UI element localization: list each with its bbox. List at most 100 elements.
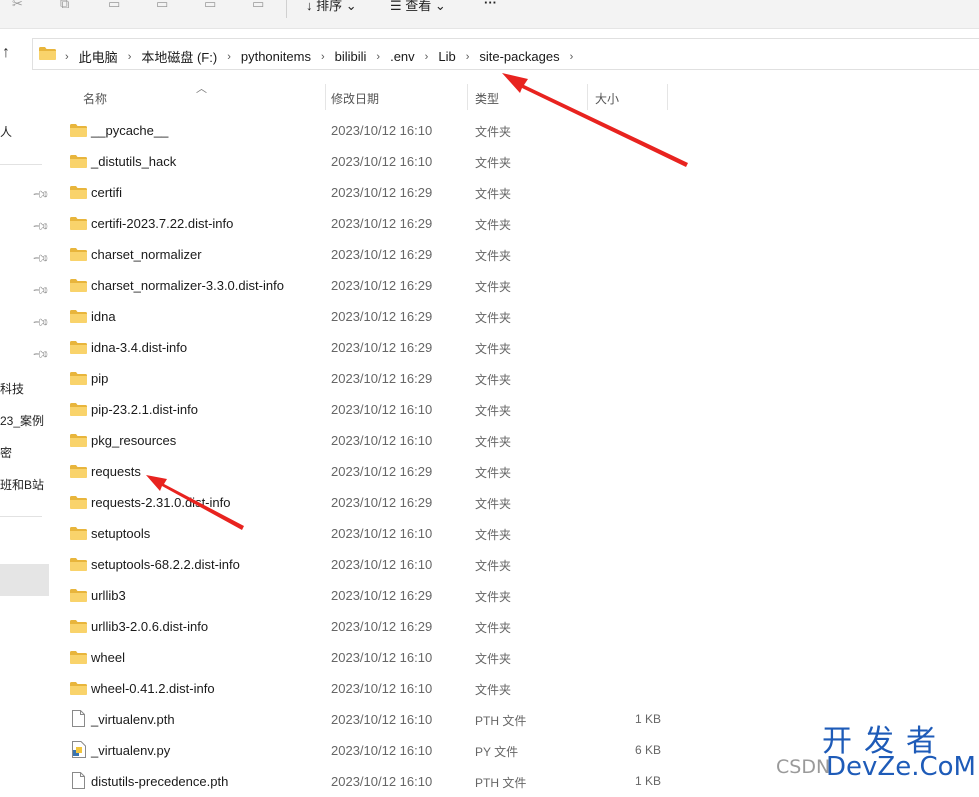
file-name: _distutils_hack [91, 154, 177, 169]
folder-icon [70, 589, 87, 602]
file-type: 文件夹 [475, 342, 512, 356]
chevron-right-icon[interactable]: › [321, 51, 325, 63]
file-row[interactable]: requests 2023/10/12 16:29 文件夹 [52, 456, 979, 487]
file-row[interactable]: wheel-0.41.2.dist-info 2023/10/12 16:10 文件… [52, 673, 979, 704]
file-row[interactable]: urllib3 2023/10/12 16:29 文件夹 [52, 580, 979, 611]
file-name: wheel [91, 650, 125, 665]
folder-icon [70, 372, 87, 385]
breadcrumb-item[interactable]: bilibili [335, 49, 367, 64]
folder-icon [70, 341, 87, 354]
file-date: 2023/10/12 16:10 [331, 433, 433, 448]
breadcrumb-item[interactable]: 本地磁盘 (F:) [141, 47, 217, 66]
file-type: 文件夹 [475, 559, 512, 573]
file-row[interactable]: idna-3.4.dist-info 2023/10/12 16:29 文件夹 [52, 332, 979, 363]
sidebar-item[interactable]: 科技 [0, 380, 24, 397]
chevron-right-icon[interactable]: › [466, 51, 470, 63]
file-type: 文件夹 [475, 404, 512, 418]
file-row[interactable]: certifi-2023.7.22.dist-info 2023/10/12 16… [52, 208, 979, 239]
chevron-right-icon[interactable]: › [65, 51, 69, 63]
breadcrumb-item[interactable]: Lib [438, 49, 455, 64]
file-row[interactable]: requests-2.31.0.dist-info 2023/10/12 16:2… [52, 487, 979, 518]
column-header-size[interactable]: 大小 [595, 90, 619, 107]
column-header-type[interactable]: 类型 [475, 90, 499, 107]
breadcrumb-item[interactable]: pythonitems [241, 49, 311, 64]
file-type: 文件夹 [475, 249, 512, 263]
file-type: 文件夹 [475, 373, 512, 387]
file-row[interactable]: setuptools-68.2.2.dist-info 2023/10/12 16… [52, 549, 979, 580]
file-date: 2023/10/12 16:10 [331, 526, 433, 541]
column-header-name[interactable]: 名称 [83, 90, 107, 107]
file-row[interactable]: certifi 2023/10/12 16:29 文件夹 [52, 177, 979, 208]
file-type: PY 文件 [475, 745, 519, 759]
file-type: 文件夹 [475, 156, 512, 170]
folder-icon [70, 279, 87, 292]
file-row[interactable]: charset_normalizer-3.3.0.dist-info 2023/1… [52, 270, 979, 301]
folder-icon [70, 248, 87, 261]
paste-icon[interactable]: ▭ [108, 0, 124, 11]
sidebar-selected-item[interactable] [0, 564, 49, 596]
more-options-button[interactable]: ··· [484, 0, 497, 10]
file-name: setuptools [91, 526, 151, 541]
column-divider[interactable] [467, 84, 468, 110]
rename-icon[interactable]: ▭ [156, 0, 172, 11]
file-row[interactable]: pip-23.2.1.dist-info 2023/10/12 16:10 文件夹 [52, 394, 979, 425]
file-row[interactable]: pkg_resources 2023/10/12 16:10 文件夹 [52, 425, 979, 456]
column-header-date[interactable]: 修改日期 [331, 90, 379, 107]
breadcrumb-item[interactable]: .env [390, 49, 415, 64]
view-label: 查看 [405, 0, 432, 13]
share-icon[interactable]: ▭ [204, 0, 220, 11]
breadcrumb-item[interactable]: 此电脑 [79, 47, 118, 66]
file-name: wheel-0.41.2.dist-info [91, 681, 215, 696]
chevron-right-icon[interactable]: › [227, 51, 231, 63]
file-name: charset_normalizer-3.3.0.dist-info [91, 278, 284, 293]
folder-icon [70, 620, 87, 633]
sort-button[interactable]: ↓ 排序 ⌄ [306, 0, 357, 14]
folder-icon [70, 496, 87, 509]
column-divider[interactable] [587, 84, 588, 110]
file-row[interactable]: idna 2023/10/12 16:29 文件夹 [52, 301, 979, 332]
file-type: 文件夹 [475, 621, 512, 635]
file-date: 2023/10/12 16:29 [331, 588, 433, 603]
file-row[interactable]: wheel 2023/10/12 16:10 文件夹 [52, 642, 979, 673]
file-date: 2023/10/12 16:29 [331, 185, 433, 200]
file-row[interactable]: pip 2023/10/12 16:29 文件夹 [52, 363, 979, 394]
copy-icon[interactable]: ⧉ [60, 0, 76, 11]
sidebar-item[interactable]: 密 [0, 444, 12, 461]
file-name: charset_normalizer [91, 247, 202, 262]
column-divider[interactable] [667, 84, 668, 110]
chevron-right-icon[interactable]: › [570, 51, 574, 63]
file-row[interactable]: charset_normalizer 2023/10/12 16:29 文件夹 [52, 239, 979, 270]
view-button[interactable]: ☰ 查看 ⌄ [390, 0, 446, 14]
breadcrumb: › 此电脑 › 本地磁盘 (F:) › pythonitems › bilibili › .env… [61, 47, 583, 66]
sidebar-divider [0, 164, 42, 165]
address-bar[interactable]: › 此电脑 › 本地磁盘 (F:) › pythonitems › bilibili › .env… [32, 38, 979, 70]
file-name: pkg_resources [91, 433, 177, 448]
sidebar-divider [0, 516, 42, 517]
sidebar-item[interactable]: 人 [0, 123, 12, 140]
file-row[interactable]: _distutils_hack 2023/10/12 16:10 文件夹 [52, 146, 979, 177]
pin-icon: 📌︎ [31, 185, 50, 205]
delete-icon[interactable]: ▭ [252, 0, 268, 11]
file-name: requests [91, 464, 141, 479]
up-arrow-icon[interactable]: ↑ [2, 44, 10, 62]
file-name: _virtualenv.py [91, 743, 171, 758]
file-type: PTH 文件 [475, 776, 527, 790]
file-icon [72, 710, 85, 727]
sidebar-item[interactable]: 班和B站 [0, 476, 44, 493]
file-name: idna-3.4.dist-info [91, 340, 188, 355]
sidebar-item[interactable]: 23_案例 [0, 412, 44, 429]
chevron-right-icon[interactable]: › [128, 51, 132, 63]
file-row[interactable]: __pycache__ 2023/10/12 16:10 文件夹 [52, 115, 979, 146]
chevron-right-icon[interactable]: › [376, 51, 380, 63]
file-date: 2023/10/12 16:10 [331, 650, 433, 665]
cut-icon[interactable]: ✂ [12, 0, 28, 11]
folder-icon [70, 558, 87, 571]
breadcrumb-item[interactable]: site-packages [479, 49, 559, 64]
file-name: setuptools-68.2.2.dist-info [91, 557, 240, 572]
column-divider[interactable] [325, 84, 326, 110]
file-row[interactable]: urllib3-2.0.6.dist-info 2023/10/12 16:29 文… [52, 611, 979, 642]
file-row[interactable]: setuptools 2023/10/12 16:10 文件夹 [52, 518, 979, 549]
folder-icon [70, 465, 87, 478]
file-type: 文件夹 [475, 683, 512, 697]
chevron-right-icon[interactable]: › [425, 51, 429, 63]
